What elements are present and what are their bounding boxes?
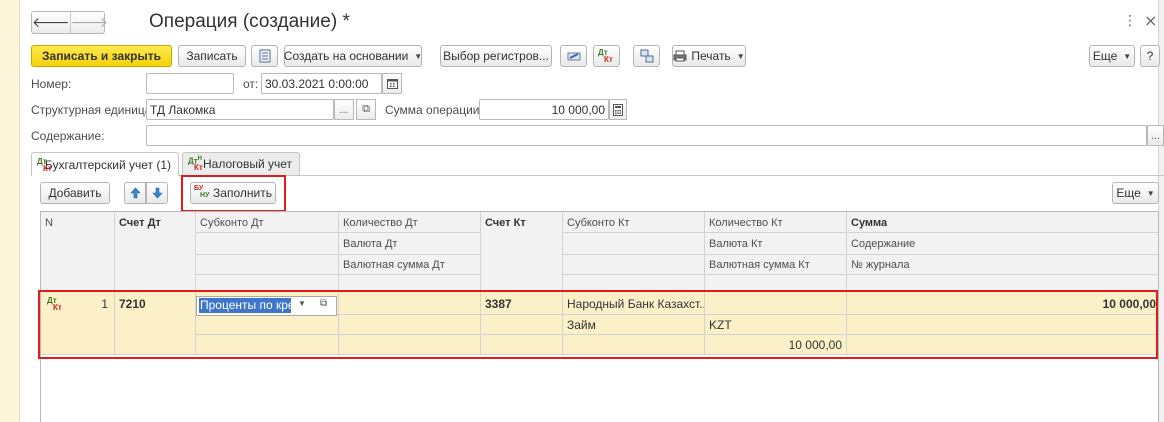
- chevron-down-icon: ▼: [414, 51, 423, 61]
- tab-accounting[interactable]: Дт Кт Бухгалтерский учет (1): [31, 152, 179, 176]
- more-actions-icon[interactable]: ⋮: [1123, 13, 1137, 29]
- highlight-entry-row: [38, 290, 1158, 359]
- write-button[interactable]: Записать: [178, 45, 246, 67]
- more-button[interactable]: Еще ▼: [1089, 45, 1135, 67]
- column-header-currency-kt: Валюта Кт: [709, 237, 763, 250]
- print-button[interactable]: Печать ▼: [672, 45, 746, 67]
- date-label: от:: [243, 77, 259, 91]
- column-header-n: N: [45, 216, 53, 229]
- tab-accounting-label: Бухгалтерский учет (1): [44, 157, 171, 172]
- create-based-on-label: Создать на основании: [283, 49, 409, 63]
- chevron-down-icon: ▼: [736, 51, 745, 61]
- move-up-button[interactable]: [124, 182, 146, 204]
- structural-unit-label: Структурная единица:: [31, 103, 155, 117]
- dt-kt-report-button[interactable]: Дт Кт: [593, 45, 620, 67]
- add-row-button[interactable]: Добавить: [40, 182, 110, 204]
- move-down-button[interactable]: [146, 182, 168, 204]
- arrow-down-icon: [151, 187, 163, 199]
- operation-amount-input[interactable]: 10 000,00: [479, 99, 609, 120]
- column-header-currency-sum-dt: Валютная сумма Дт: [343, 259, 445, 271]
- pencil-icon: [567, 52, 580, 61]
- page-title: Операция (создание) *: [149, 11, 350, 32]
- select-registers-button[interactable]: Выбор регистров...: [440, 45, 552, 67]
- help-button[interactable]: ?: [1140, 45, 1160, 67]
- operation-amount-label: Сумма операции:: [385, 103, 483, 117]
- calendar-button[interactable]: [382, 73, 402, 94]
- structural-unit-input[interactable]: ТД Лакомка: [146, 99, 334, 120]
- dt-kt-tax-icon: ДтН Кт: [188, 156, 203, 172]
- navigation-group: 🡐 🡒: [31, 11, 108, 34]
- more-label: Еще: [1092, 49, 1118, 63]
- column-header-sum: Сумма: [851, 216, 888, 229]
- structure-button[interactable]: [633, 45, 660, 67]
- highlight-fill-button: [181, 175, 286, 212]
- calendar-icon: [386, 79, 398, 89]
- list-icon: [259, 49, 270, 63]
- column-header-currency-dt: Валюта Дт: [343, 237, 398, 250]
- dt-kt-icon: Дт Кт: [37, 156, 52, 173]
- chevron-down-icon: ▼: [1123, 51, 1132, 61]
- column-header-account-dt: Счет Дт: [119, 216, 161, 229]
- tab-tax-label: Налоговый учет: [203, 157, 292, 171]
- arrow-right-icon: 🡒: [70, 15, 109, 31]
- column-header-subconto-kt: Субконто Кт: [567, 216, 630, 229]
- edit-movements-button[interactable]: [560, 45, 587, 67]
- column-header-content: Содержание: [851, 237, 916, 250]
- arrow-left-icon: 🡐: [32, 15, 70, 31]
- table-more-label: Еще: [1116, 186, 1141, 200]
- structural-unit-open-button[interactable]: ⧉: [356, 99, 376, 120]
- print-label: Печать: [691, 49, 731, 63]
- arrow-up-icon: [129, 187, 141, 199]
- column-header-currency-sum-kt: Валютная сумма Кт: [709, 259, 810, 271]
- calculator-icon: [613, 103, 623, 116]
- close-icon[interactable]: ×: [1144, 11, 1157, 30]
- forward-button[interactable]: 🡒: [69, 12, 109, 33]
- tab-tax[interactable]: ДтН Кт Налоговый учет: [182, 152, 300, 175]
- back-button[interactable]: 🡐: [32, 12, 70, 33]
- write-and-close-button[interactable]: Записать и закрыть: [31, 45, 172, 67]
- date-input[interactable]: 30.03.2021 0:00:00: [261, 73, 382, 94]
- dt-kt-icon: Дт Кт: [598, 48, 613, 64]
- table-more-button[interactable]: Еще ▼: [1112, 182, 1159, 204]
- create-based-on-button[interactable]: Создать на основании ▼: [284, 45, 422, 67]
- content-select-button[interactable]: ...: [1147, 125, 1164, 146]
- printer-icon: [673, 50, 687, 62]
- calculator-button[interactable]: [609, 99, 627, 120]
- open-icon: ⧉: [362, 103, 370, 115]
- chevron-down-icon: ▼: [1146, 188, 1155, 198]
- left-panel-strip: [0, 0, 20, 422]
- column-header-quantity-dt: Количество Дт: [343, 216, 418, 229]
- column-header-journal: № журнала: [851, 259, 910, 271]
- content-label: Содержание:: [31, 129, 105, 143]
- structure-icon: [640, 49, 653, 63]
- structural-unit-select-button[interactable]: ...: [334, 99, 354, 120]
- content-input[interactable]: [146, 125, 1147, 146]
- column-header-account-kt: Счет Кт: [485, 216, 526, 229]
- document-list-button[interactable]: [251, 45, 278, 67]
- number-input[interactable]: [146, 73, 234, 94]
- column-header-quantity-kt: Количество Кт: [709, 216, 783, 229]
- column-header-subconto-dt: Субконто Дт: [200, 216, 264, 229]
- number-label: Номер:: [31, 77, 72, 91]
